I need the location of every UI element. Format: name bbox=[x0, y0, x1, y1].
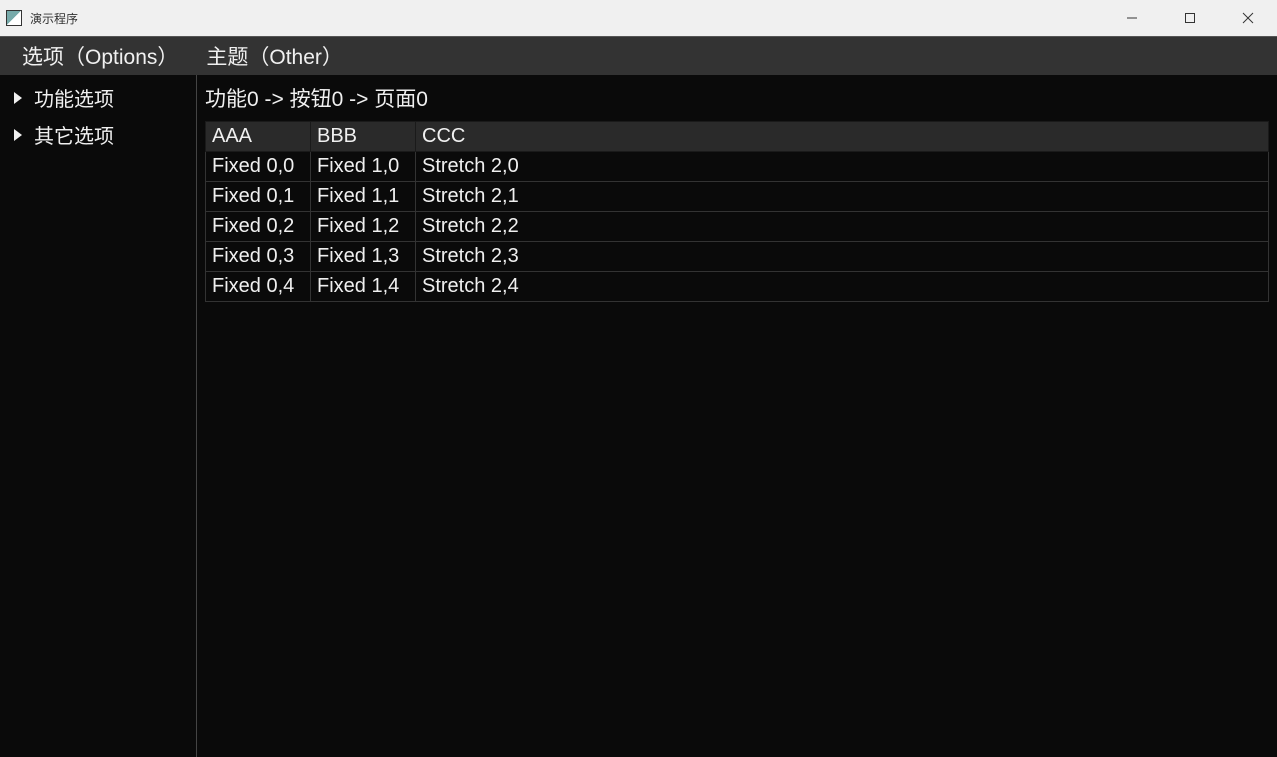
table-header-row: AAA BBB CCC bbox=[206, 122, 1269, 152]
table-cell: Fixed 1,1 bbox=[311, 182, 416, 212]
main-area: 功能选项 其它选项 功能0 -> 按钮0 -> 页面0 AAA BBB CCC … bbox=[0, 75, 1277, 757]
close-icon bbox=[1242, 12, 1254, 24]
table-header-b[interactable]: BBB bbox=[311, 122, 416, 152]
table-row[interactable]: Fixed 0,0 Fixed 1,0 Stretch 2,0 bbox=[206, 152, 1269, 182]
table-header-c[interactable]: CCC bbox=[416, 122, 1269, 152]
window-titlebar: 演示程序 bbox=[0, 0, 1277, 37]
close-button[interactable] bbox=[1219, 0, 1277, 36]
tree-item-functions[interactable]: 功能选项 bbox=[0, 79, 196, 116]
table-row[interactable]: Fixed 0,2 Fixed 1,2 Stretch 2,2 bbox=[206, 212, 1269, 242]
table-cell: Stretch 2,3 bbox=[416, 242, 1269, 272]
chevron-right-icon bbox=[14, 92, 22, 104]
table-cell: Fixed 1,4 bbox=[311, 272, 416, 302]
table-row[interactable]: Fixed 0,1 Fixed 1,1 Stretch 2,1 bbox=[206, 182, 1269, 212]
table-cell: Fixed 0,0 bbox=[206, 152, 311, 182]
minimize-button[interactable] bbox=[1103, 0, 1161, 36]
table-cell: Fixed 0,4 bbox=[206, 272, 311, 302]
chevron-right-icon bbox=[14, 129, 22, 141]
sidebar: 功能选项 其它选项 bbox=[0, 75, 197, 757]
window-title: 演示程序 bbox=[30, 10, 78, 27]
breadcrumb: 功能0 -> 按钮0 -> 页面0 bbox=[205, 81, 1269, 121]
table-row[interactable]: Fixed 0,4 Fixed 1,4 Stretch 2,4 bbox=[206, 272, 1269, 302]
tree-item-label: 功能选项 bbox=[34, 83, 114, 112]
menu-options[interactable]: 选项（Options） bbox=[8, 37, 192, 75]
table-cell: Stretch 2,4 bbox=[416, 272, 1269, 302]
table-row[interactable]: Fixed 0,3 Fixed 1,3 Stretch 2,3 bbox=[206, 242, 1269, 272]
table-cell: Fixed 0,2 bbox=[206, 212, 311, 242]
table-cell: Fixed 1,0 bbox=[311, 152, 416, 182]
table-cell: Fixed 0,3 bbox=[206, 242, 311, 272]
maximize-button[interactable] bbox=[1161, 0, 1219, 36]
menu-theme[interactable]: 主题（Other） bbox=[192, 37, 357, 75]
table-cell: Fixed 1,2 bbox=[311, 212, 416, 242]
app-icon bbox=[6, 10, 22, 26]
content-area: 功能0 -> 按钮0 -> 页面0 AAA BBB CCC Fixed 0,0 … bbox=[197, 75, 1277, 757]
table-cell: Fixed 0,1 bbox=[206, 182, 311, 212]
table-cell: Stretch 2,0 bbox=[416, 152, 1269, 182]
window-controls bbox=[1103, 0, 1277, 36]
tree-item-other[interactable]: 其它选项 bbox=[0, 116, 196, 153]
tree-item-label: 其它选项 bbox=[34, 120, 114, 149]
data-table: AAA BBB CCC Fixed 0,0 Fixed 1,0 Stretch … bbox=[205, 121, 1269, 302]
maximize-icon bbox=[1184, 12, 1196, 24]
table-header-a[interactable]: AAA bbox=[206, 122, 311, 152]
menubar: 选项（Options） 主题（Other） bbox=[0, 37, 1277, 75]
table-cell: Fixed 1,3 bbox=[311, 242, 416, 272]
minimize-icon bbox=[1126, 12, 1138, 24]
table-cell: Stretch 2,1 bbox=[416, 182, 1269, 212]
table-cell: Stretch 2,2 bbox=[416, 212, 1269, 242]
